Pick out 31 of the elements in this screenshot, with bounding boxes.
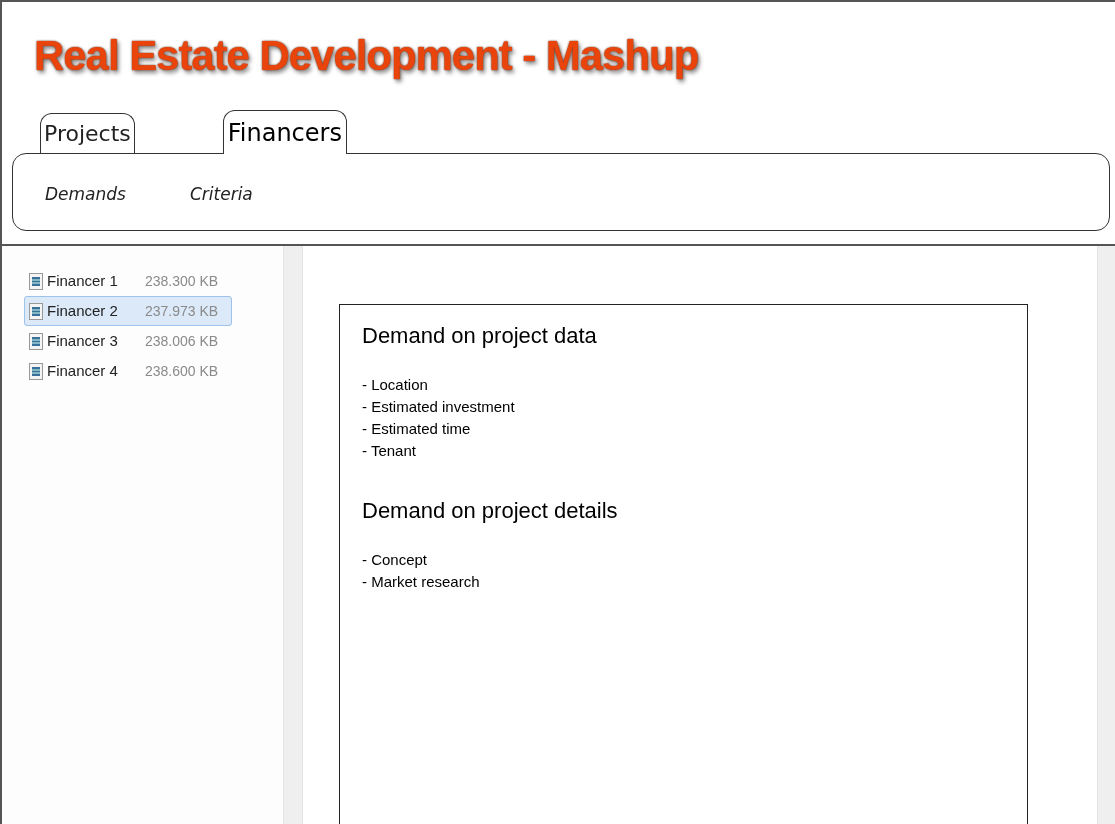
document-icon (29, 302, 43, 320)
file-size: 238.300 KB (145, 271, 219, 291)
file-item[interactable]: Financer 1 238.300 KB (24, 266, 232, 296)
tab[interactable]: Projects (40, 113, 135, 153)
tab[interactable]: Financers (222, 110, 347, 154)
list-item: - Concept (362, 550, 429, 570)
subnav-link[interactable]: Demands (45, 182, 126, 208)
document-icon (29, 332, 43, 350)
file-item[interactable]: Financer 4 238.600 KB (24, 356, 232, 386)
file-item[interactable]: Financer 3 238.006 KB (24, 326, 232, 356)
file-name: Financer 1 (47, 270, 119, 291)
file-size: 238.600 KB (145, 361, 219, 381)
scrollbar[interactable] (283, 246, 303, 824)
file-item[interactable]: Financer 2 237.973 KB (24, 296, 232, 326)
list-item: - Tenant (362, 441, 417, 461)
list-item: - Market research (362, 572, 481, 592)
section-heading: Demand on project details (362, 497, 619, 525)
file-name: Financer 3 (47, 330, 119, 351)
app-title: Real Estate Development - Mashup (34, 31, 699, 81)
file-size: 237.973 KB (145, 301, 219, 321)
document-icon (29, 362, 43, 380)
subnav-link[interactable]: Criteria (189, 182, 253, 208)
file-size: 238.006 KB (145, 331, 219, 351)
list-item: - Location (362, 375, 429, 395)
file-name: Financer 2 (47, 300, 119, 321)
section-heading: Demand on project data (362, 322, 598, 350)
document-icon (29, 272, 43, 290)
list-item: - Estimated investment (362, 397, 516, 417)
scrollbar[interactable] (1097, 246, 1115, 824)
list-item: - Estimated time (362, 419, 472, 439)
file-name: Financer 4 (47, 360, 119, 381)
